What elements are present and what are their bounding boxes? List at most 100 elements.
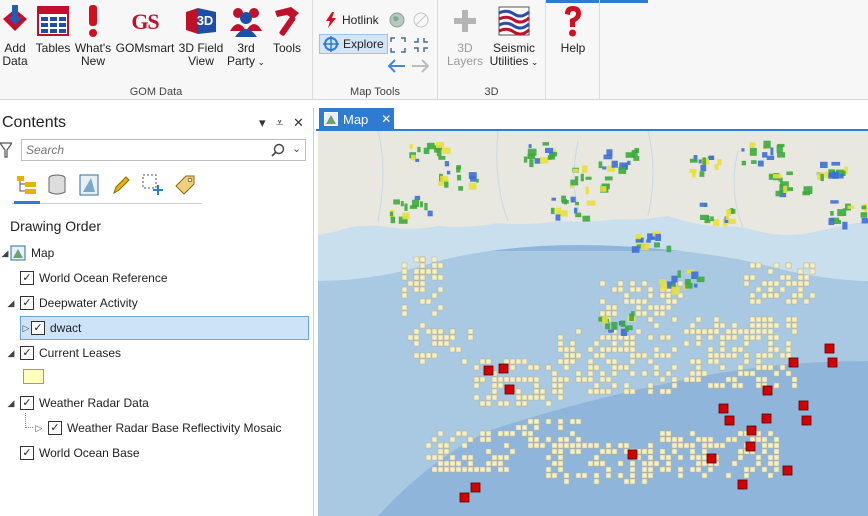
lease-block xyxy=(503,466,510,473)
deepwater-activity-marker[interactable] xyxy=(762,385,773,396)
list-by-selection-tab[interactable] xyxy=(76,172,102,198)
radar-cell xyxy=(390,216,396,224)
search-icon[interactable] xyxy=(271,143,285,160)
lease-block xyxy=(443,442,450,449)
search-box[interactable]: ⌄ xyxy=(21,139,306,161)
list-by-editing-tab[interactable] xyxy=(108,172,134,198)
list-by-data-source-tab[interactable] xyxy=(44,172,70,198)
close-pane-button[interactable]: ✕ xyxy=(293,115,304,131)
tree-item-dwact[interactable]: ▷ ✓ dwact xyxy=(20,316,309,340)
explore-button[interactable]: Explore xyxy=(319,34,388,54)
tree-item-world-ocean-base[interactable]: ✓ World Ocean Base xyxy=(20,442,140,464)
tables-button[interactable]: Tables xyxy=(34,4,72,55)
layer-visibility-checkbox[interactable]: ✓ xyxy=(20,396,34,410)
deepwater-activity-marker[interactable] xyxy=(627,449,638,460)
3d-field-view-button[interactable]: 3D 3D Field View xyxy=(178,4,224,68)
question-mark-icon xyxy=(556,4,590,38)
deepwater-activity-marker[interactable] xyxy=(459,492,470,503)
layer-visibility-checkbox[interactable]: ✓ xyxy=(20,271,34,285)
help-button[interactable]: Help xyxy=(554,4,592,55)
globe-icon[interactable] xyxy=(389,12,405,31)
lease-block xyxy=(707,466,714,473)
lease-block xyxy=(677,466,684,473)
deepwater-activity-marker[interactable] xyxy=(827,357,838,368)
lease-block xyxy=(629,478,636,485)
collapse-arrow-icon[interactable]: ◢ xyxy=(0,248,10,259)
search-options-chevron-icon[interactable]: ⌄ xyxy=(292,142,301,155)
layer-visibility-checkbox[interactable]: ✓ xyxy=(20,296,34,310)
expand-arrow-icon[interactable]: ▷ xyxy=(21,323,31,334)
tools-button[interactable]: Tools xyxy=(268,4,306,55)
lease-block xyxy=(401,292,408,299)
radar-cell xyxy=(389,211,393,217)
deepwater-activity-marker[interactable] xyxy=(718,403,729,414)
map-canvas[interactable] xyxy=(318,131,868,516)
collapse-arrow-icon[interactable]: ◢ xyxy=(6,348,16,359)
tree-item-map[interactable]: ◢ Map xyxy=(0,242,54,264)
seismic-utilities-dropdown[interactable]: Seismic Utilities ⌄ xyxy=(488,4,540,69)
deepwater-activity-marker[interactable] xyxy=(798,400,809,411)
layer-visibility-checkbox[interactable]: ✓ xyxy=(20,446,34,460)
layer-visibility-checkbox[interactable]: ✓ xyxy=(20,346,34,360)
zoom-to-selection-icon[interactable] xyxy=(413,37,429,56)
close-tab-icon[interactable]: ✕ xyxy=(381,112,391,126)
deepwater-activity-marker[interactable] xyxy=(761,413,772,424)
map-view-tab[interactable]: Map ✕ xyxy=(319,108,394,130)
deepwater-activity-marker[interactable] xyxy=(745,441,756,452)
lease-block xyxy=(449,334,456,341)
ribbon-group-help: Help xyxy=(546,0,600,100)
deepwater-activity-marker[interactable] xyxy=(824,343,835,354)
lease-block xyxy=(755,382,762,389)
tree-item-world-ocean-reference[interactable]: ✓ World Ocean Reference xyxy=(20,267,168,289)
back-arrow-icon[interactable] xyxy=(387,59,406,76)
list-by-drawing-order-tab[interactable] xyxy=(14,172,40,204)
lease-block xyxy=(773,370,780,377)
whats-new-button[interactable]: What's New xyxy=(73,4,113,68)
lease-block xyxy=(587,364,594,371)
deepwater-activity-marker[interactable] xyxy=(746,425,757,436)
tree-item-current-leases[interactable]: ◢ ✓ Current Leases xyxy=(6,342,121,364)
gomsmart-button[interactable]: GS GOMsmart xyxy=(114,4,176,55)
lease-block xyxy=(755,430,762,437)
lease-block xyxy=(719,364,726,371)
lease-block xyxy=(659,388,666,395)
deepwater-activity-marker[interactable] xyxy=(801,415,812,426)
tree-item-weather-radar-base-reflectivity-mosaic[interactable]: ▷ ✓ Weather Radar Base Reflectivity Mosa… xyxy=(34,417,282,439)
pane-menu-icon[interactable]: ▾ xyxy=(259,115,266,131)
lease-block xyxy=(545,472,552,479)
lease-block xyxy=(767,430,774,437)
deepwater-activity-marker[interactable] xyxy=(498,363,509,374)
deepwater-activity-marker[interactable] xyxy=(724,415,735,426)
expand-arrow-icon[interactable]: ▷ xyxy=(34,423,44,434)
search-input[interactable] xyxy=(22,140,262,160)
deepwater-activity-marker[interactable] xyxy=(788,357,799,368)
map-svg[interactable] xyxy=(318,131,868,516)
layer-visibility-checkbox[interactable]: ✓ xyxy=(48,421,62,435)
collapse-arrow-icon[interactable]: ◢ xyxy=(6,298,16,309)
zoom-full-extent-icon[interactable] xyxy=(390,37,406,56)
hotlink-button[interactable]: Hotlink xyxy=(321,10,382,30)
tree-item-deepwater-activity[interactable]: ◢ ✓ Deepwater Activity xyxy=(6,292,138,314)
list-by-labeling-tab[interactable] xyxy=(172,172,198,198)
lease-block xyxy=(413,340,420,347)
deepwater-activity-marker[interactable] xyxy=(737,479,748,490)
deepwater-activity-marker[interactable] xyxy=(483,365,494,376)
lease-block xyxy=(647,472,654,479)
pin-icon[interactable]: ⩡ xyxy=(276,115,283,131)
radar-cell xyxy=(555,207,562,215)
deepwater-activity-marker[interactable] xyxy=(782,465,793,476)
lease-block xyxy=(551,388,558,395)
lease-block xyxy=(713,352,720,359)
add-data-button[interactable]: Add Data xyxy=(0,4,30,68)
lease-block xyxy=(605,334,612,341)
filter-icon[interactable] xyxy=(0,142,14,161)
list-by-snapping-tab[interactable] xyxy=(140,172,166,198)
3rd-party-dropdown[interactable]: 3rd Party ⌄ xyxy=(225,4,267,69)
deepwater-activity-marker[interactable] xyxy=(470,482,481,493)
layer-visibility-checkbox[interactable]: ✓ xyxy=(31,321,45,335)
deepwater-activity-marker[interactable] xyxy=(504,384,515,395)
deepwater-activity-marker[interactable] xyxy=(706,453,717,464)
collapse-arrow-icon[interactable]: ◢ xyxy=(6,398,16,409)
tree-item-weather-radar-data[interactable]: ◢ ✓ Weather Radar Data xyxy=(6,392,149,414)
radar-cell xyxy=(475,178,479,183)
